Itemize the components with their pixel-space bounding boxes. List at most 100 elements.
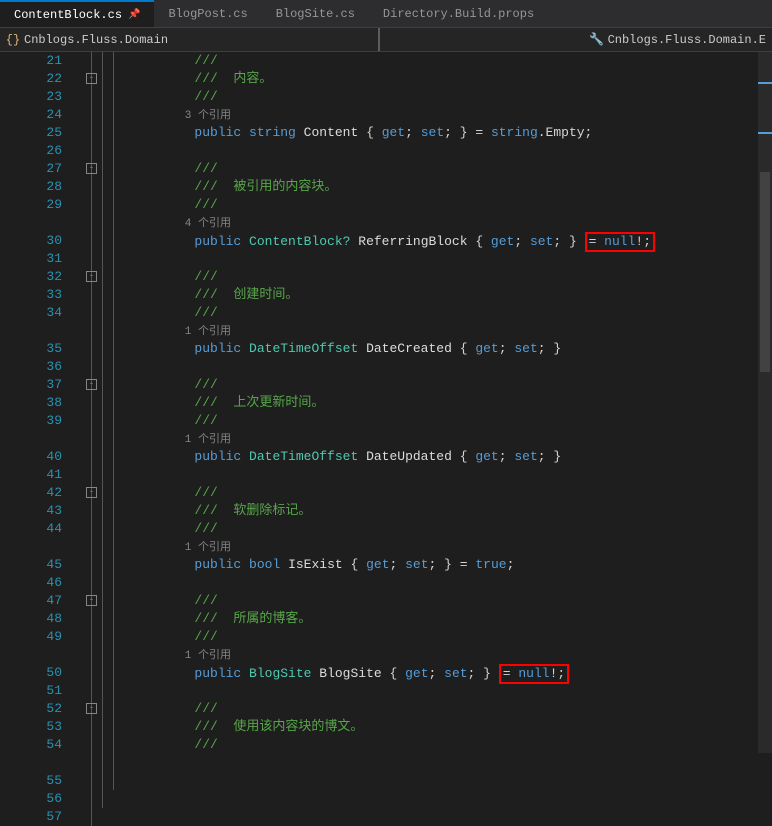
scrollbar-marker <box>758 132 772 134</box>
outline-row <box>70 394 130 412</box>
code-line[interactable]: /// 使用该内容块的博文。 <box>132 718 772 736</box>
outline-row <box>70 772 130 790</box>
tab-blogsite[interactable]: BlogSite.cs <box>262 0 369 27</box>
line-number: 23 <box>0 88 62 106</box>
tab-directory-build-props[interactable]: Directory.Build.props <box>369 0 548 27</box>
code-line[interactable]: public bool IsExist { get; set; } = true… <box>132 556 772 574</box>
line-number: 34 <box>0 304 62 322</box>
tab-label: BlogPost.cs <box>168 7 247 21</box>
outline-row <box>70 340 130 358</box>
line-number: 29 <box>0 196 62 214</box>
code-line[interactable] <box>132 682 772 700</box>
breadcrumb-type[interactable]: 🔧 Cnblogs.Fluss.Domain.E <box>590 33 766 47</box>
breadcrumb-namespace[interactable]: {} Cnblogs.Fluss.Domain <box>6 33 168 47</box>
fold-toggle[interactable]: - <box>86 271 97 282</box>
breadcrumb-bar: {} Cnblogs.Fluss.Domain 🔧 Cnblogs.Fluss.… <box>0 28 772 52</box>
scrollbar-marker <box>758 82 772 84</box>
code-line[interactable]: /// <box>132 196 772 214</box>
fold-toggle[interactable]: - <box>86 73 97 84</box>
outline-row <box>70 304 130 322</box>
code-line[interactable]: 1 个引用 <box>132 430 772 448</box>
tab-contentblock[interactable]: ContentBlock.cs 📌 <box>0 0 154 27</box>
line-number: 22 <box>0 70 62 88</box>
fold-toggle[interactable]: - <box>86 703 97 714</box>
line-number: 44 <box>0 520 62 538</box>
line-number <box>0 646 62 664</box>
code-line[interactable]: /// 上次更新时间。 <box>132 394 772 412</box>
outline-row <box>70 610 130 628</box>
code-line[interactable]: /// <box>132 268 772 286</box>
code-line[interactable]: /// <box>132 628 772 646</box>
line-number: 49 <box>0 628 62 646</box>
code-line[interactable]: public ContentBlock? ReferringBlock { ge… <box>132 232 772 250</box>
line-number: 35 <box>0 340 62 358</box>
code-line[interactable] <box>132 142 772 160</box>
code-line[interactable]: public DateTimeOffset DateCreated { get;… <box>132 340 772 358</box>
tab-blogpost[interactable]: BlogPost.cs <box>154 0 261 27</box>
code-line[interactable]: 1 个引用 <box>132 322 772 340</box>
outline-row <box>70 286 130 304</box>
code-editor[interactable]: 2122232425262728293031323334353637383940… <box>0 52 772 753</box>
code-line[interactable]: /// 被引用的内容块。 <box>132 178 772 196</box>
code-line[interactable]: public DateTimeOffset DateUpdated { get;… <box>132 448 772 466</box>
code-line[interactable]: /// 内容。 <box>132 70 772 88</box>
vertical-scrollbar[interactable] <box>758 52 772 753</box>
code-line[interactable]: 3 个引用 <box>132 106 772 124</box>
fold-toggle[interactable]: - <box>86 163 97 174</box>
code-line[interactable]: /// <box>132 484 772 502</box>
code-line[interactable] <box>132 250 772 268</box>
null-forgiving-highlight: = null!; <box>585 232 655 252</box>
outline-row <box>70 430 130 448</box>
code-line[interactable]: /// <box>132 592 772 610</box>
code-line[interactable]: /// <box>132 376 772 394</box>
fold-toggle[interactable]: - <box>86 379 97 390</box>
code-line[interactable]: /// <box>132 52 772 70</box>
line-number <box>0 430 62 448</box>
code-line[interactable]: /// <box>132 304 772 322</box>
code-line[interactable]: /// 软删除标记。 <box>132 502 772 520</box>
code-line[interactable]: /// <box>132 700 772 718</box>
code-line[interactable]: 1 个引用 <box>132 646 772 664</box>
code-line[interactable]: public BlogSite BlogSite { get; set; } =… <box>132 664 772 682</box>
code-line[interactable] <box>132 574 772 592</box>
line-number: 26 <box>0 142 62 160</box>
fold-toggle[interactable]: - <box>86 595 97 606</box>
outline-row <box>70 196 130 214</box>
code-line[interactable] <box>132 358 772 376</box>
outline-row <box>70 682 130 700</box>
line-number: 43 <box>0 502 62 520</box>
code-line[interactable]: /// <box>132 88 772 106</box>
code-line[interactable]: /// <box>132 736 772 753</box>
outline-row <box>70 448 130 466</box>
namespace-icon: {} <box>6 33 20 47</box>
code-line[interactable]: /// <box>132 520 772 538</box>
outline-row <box>70 322 130 340</box>
folding-column: - - - - - - - <box>70 52 130 753</box>
line-number: 40 <box>0 448 62 466</box>
outline-row <box>70 250 130 268</box>
line-number: 55 <box>0 772 62 790</box>
code-line[interactable]: 4 个引用 <box>132 214 772 232</box>
code-line[interactable]: public string Content { get; set; } = st… <box>132 124 772 142</box>
line-number: 41 <box>0 466 62 484</box>
outline-row <box>70 574 130 592</box>
outline-row: - <box>70 160 130 178</box>
line-number: 48 <box>0 610 62 628</box>
outline-row <box>70 178 130 196</box>
code-line[interactable]: /// 所属的博客。 <box>132 610 772 628</box>
outline-row <box>70 142 130 160</box>
outline-row: - <box>70 484 130 502</box>
pin-icon[interactable]: 📌 <box>128 9 140 21</box>
outline-row <box>70 754 130 772</box>
code-content[interactable]: /// /// 内容。 /// 3 个引用 public string Cont… <box>130 52 772 753</box>
code-line[interactable]: /// <box>132 160 772 178</box>
breadcrumb-text: Cnblogs.Fluss.Domain <box>24 33 168 47</box>
code-line[interactable] <box>132 466 772 484</box>
line-number: 42 <box>0 484 62 502</box>
code-line[interactable]: /// <box>132 412 772 430</box>
code-line[interactable]: /// 创建时间。 <box>132 286 772 304</box>
fold-toggle[interactable]: - <box>86 487 97 498</box>
code-line[interactable]: 1 个引用 <box>132 538 772 556</box>
scrollbar-thumb[interactable] <box>760 172 770 372</box>
line-number: 46 <box>0 574 62 592</box>
